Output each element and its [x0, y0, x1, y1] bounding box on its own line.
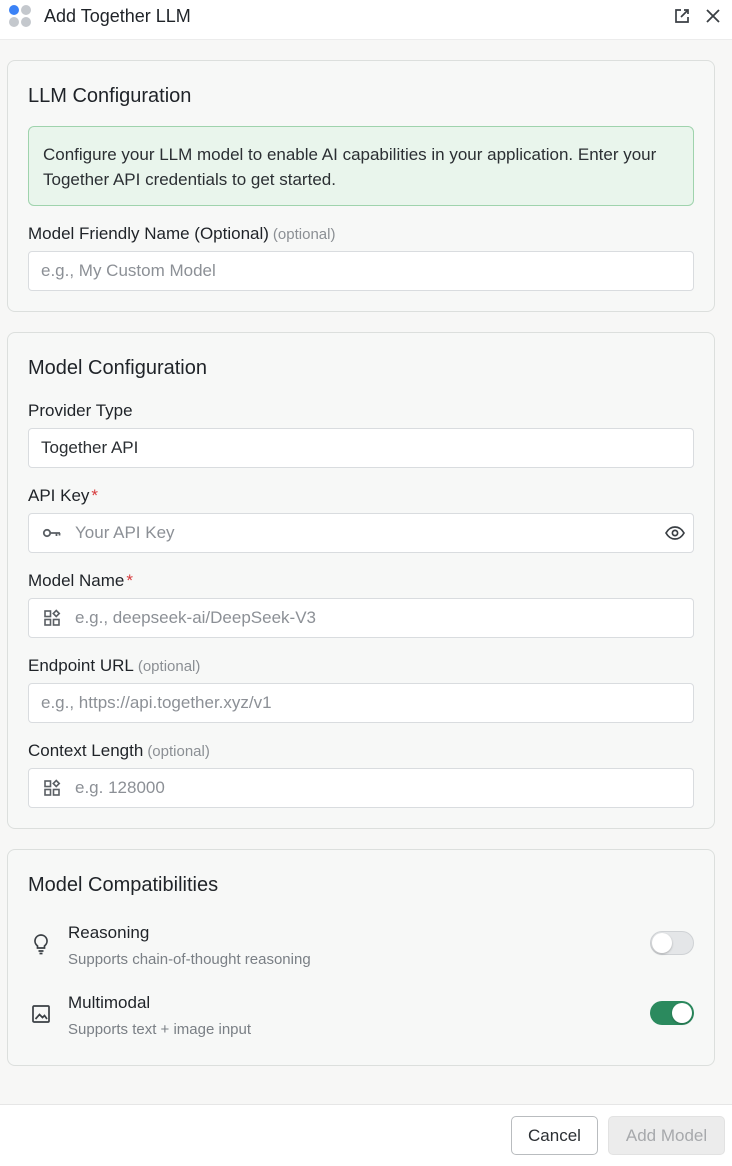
compat-desc: Supports text + image input [68, 1021, 252, 1038]
compat-name: Multimodal [68, 993, 151, 1012]
multimodal-toggle[interactable] [650, 1001, 694, 1025]
endpoint-url-placeholder: e.g., https://api.together.xyz/v1 [41, 693, 272, 712]
footer: Cancel Add Model [0, 1104, 732, 1166]
compat-item-reasoning: Reasoning Supports chain-of-thought reas… [28, 923, 694, 973]
info-box: Configure your LLM model to enable AI ca… [28, 126, 694, 206]
compat-item-multimodal: Multimodal Supports text + image input [28, 993, 694, 1043]
api-key-label-text: API Key [28, 486, 90, 505]
required-marker: * [126, 571, 133, 590]
toggle-knob [652, 933, 672, 953]
compat-name: Reasoning [68, 923, 150, 942]
context-length-label-text: Context Length [28, 741, 144, 760]
provider-type-value: Together API [41, 438, 139, 457]
key-icon [29, 514, 75, 552]
lightbulb-icon [28, 931, 54, 957]
friendly-name-input[interactable]: e.g., My Custom Model [28, 251, 694, 291]
add-model-button[interactable]: Add Model [608, 1116, 725, 1155]
app-logo-icon [9, 5, 33, 29]
model-configuration-panel: Model Configuration Provider Type Togeth… [7, 332, 715, 829]
section-title: LLM Configuration [28, 85, 192, 107]
api-key-label: API Key * [28, 486, 98, 506]
required-marker: * [91, 486, 99, 505]
endpoint-url-input[interactable]: e.g., https://api.together.xyz/v1 [28, 683, 694, 723]
section-title: Model Compatibilities [28, 874, 219, 896]
api-key-input[interactable]: Your API Key [28, 513, 694, 553]
window-title: Add Together LLM [44, 6, 191, 26]
llm-configuration-panel: LLM Configuration Configure your LLM mod… [7, 60, 715, 312]
open-external-icon[interactable] [671, 5, 693, 27]
eye-icon[interactable] [663, 522, 687, 544]
title-bar: Add Together LLM [0, 0, 732, 40]
context-length-placeholder: e.g. 128000 [75, 778, 165, 797]
api-key-placeholder: Your API Key [75, 523, 175, 542]
model-compatibilities-panel: Model Compatibilities Reasoning Supports… [7, 849, 715, 1066]
optional-hint: (optional) [272, 226, 336, 243]
widgets-icon [29, 769, 75, 807]
image-icon [28, 1001, 54, 1027]
context-length-input[interactable]: e.g. 128000 [28, 768, 694, 808]
close-icon[interactable] [702, 5, 724, 27]
compat-desc: Supports chain-of-thought reasoning [68, 951, 311, 968]
endpoint-url-label: Endpoint URL (optional) [28, 656, 200, 676]
toggle-knob [672, 1003, 692, 1023]
widgets-icon [29, 599, 75, 637]
provider-type-label: Provider Type [28, 401, 133, 420]
endpoint-url-label-text: Endpoint URL [28, 656, 134, 675]
model-name-label: Model Name * [28, 571, 133, 591]
optional-hint: (optional) [137, 658, 201, 675]
model-name-label-text: Model Name [28, 571, 125, 590]
optional-hint: (optional) [147, 743, 210, 760]
friendly-name-label-text: Model Friendly Name (Optional) [28, 224, 269, 243]
model-name-input[interactable]: e.g., deepseek-ai/DeepSeek-V3 [28, 598, 694, 638]
cancel-button[interactable]: Cancel [511, 1116, 598, 1155]
context-length-label: Context Length (optional) [28, 741, 210, 761]
provider-type-select[interactable]: Together API [28, 428, 694, 468]
model-name-placeholder: e.g., deepseek-ai/DeepSeek-V3 [75, 608, 316, 627]
reasoning-toggle[interactable] [650, 931, 694, 955]
friendly-name-label: Model Friendly Name (Optional) (optional) [28, 224, 335, 244]
friendly-name-placeholder: e.g., My Custom Model [41, 261, 216, 280]
section-title: Model Configuration [28, 357, 207, 379]
